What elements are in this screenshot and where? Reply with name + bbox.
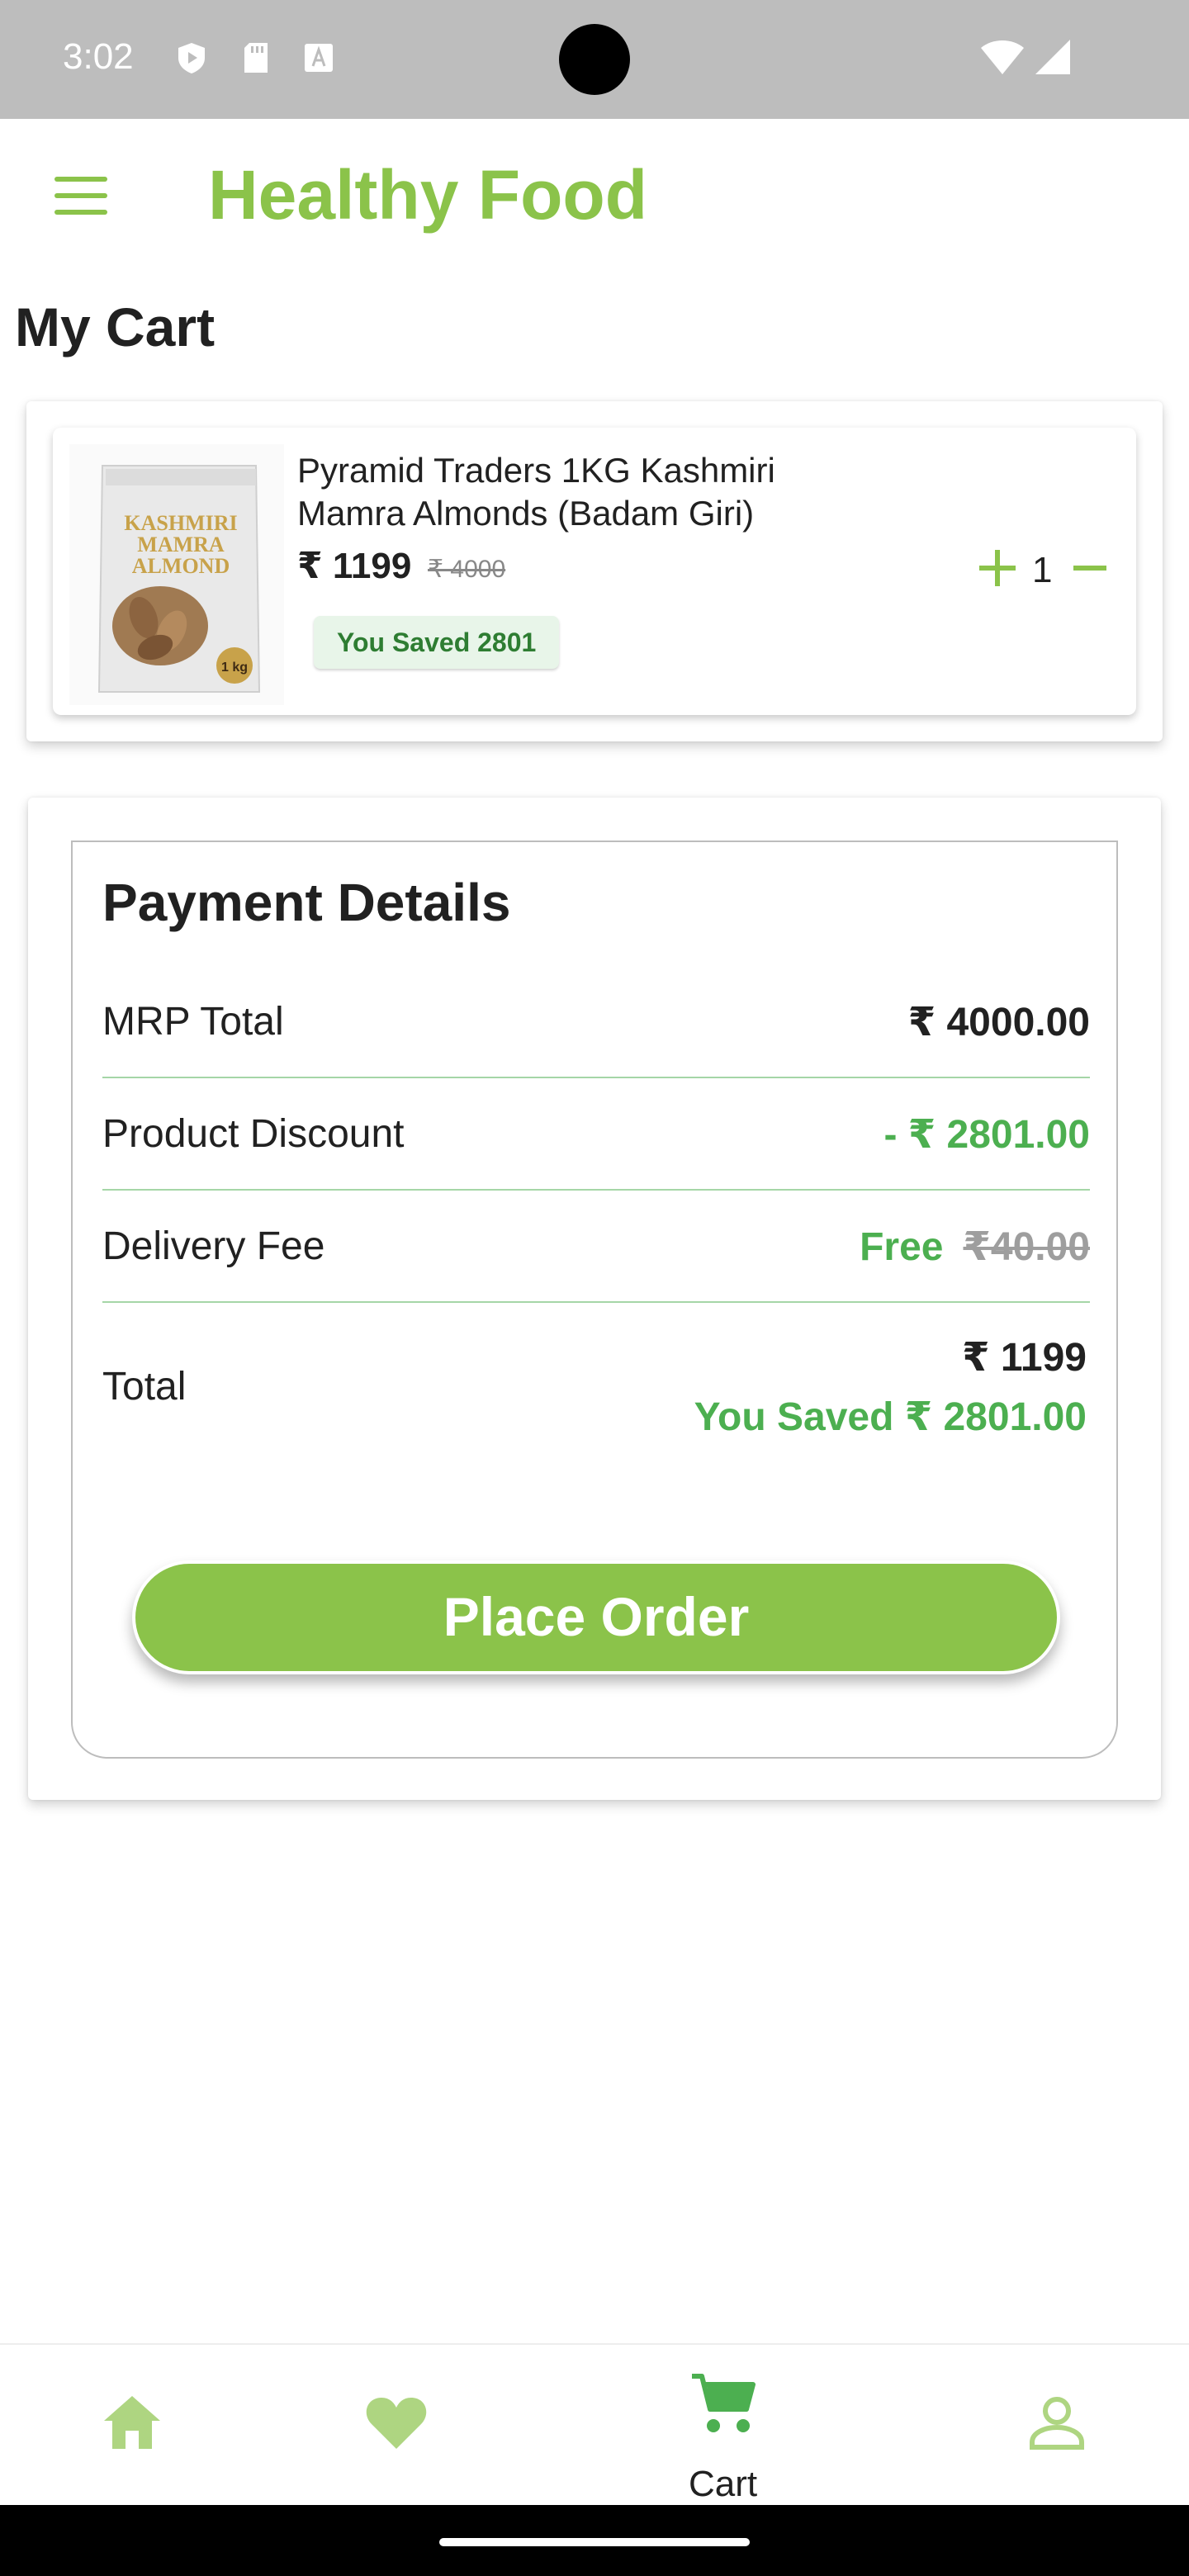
quantity-value: 1: [1032, 550, 1053, 590]
saved-badge: You Saved 2801: [314, 616, 560, 669]
delivery-label: Delivery Fee: [102, 1224, 325, 1268]
profile-icon: [1030, 2397, 1084, 2450]
plus-icon[interactable]: [979, 550, 1016, 586]
product-image-text: KASHMIRI: [124, 511, 237, 535]
cart-list: KASHMIRI MAMRA ALMOND 1 kg Pyramid Trade…: [26, 401, 1163, 741]
nav-item-favorites[interactable]: [330, 2345, 462, 2507]
home-icon: [104, 2396, 160, 2449]
product-image[interactable]: KASHMIRI MAMRA ALMOND 1 kg: [69, 444, 284, 705]
payment-title: Payment Details: [102, 873, 511, 932]
minus-icon[interactable]: [1073, 566, 1106, 571]
delivery-free: Free: [860, 1225, 944, 1269]
delivery-row: Delivery Fee Free ₹40.00: [102, 1191, 1090, 1303]
shield-play-icon: [178, 43, 205, 73]
camera-cutout: [559, 24, 630, 95]
payment-details-card: Payment Details MRP Total ₹ 4000.00 Prod…: [28, 798, 1161, 1800]
product-price: ₹ 1199: [297, 546, 412, 586]
app-bar: Healthy Food: [0, 119, 1189, 284]
app-title: Healthy Food: [208, 156, 648, 234]
total-saved: You Saved ₹ 2801.00: [694, 1395, 1087, 1439]
gesture-bar: [0, 2505, 1189, 2576]
mrp-total-label: MRP Total: [102, 1000, 284, 1044]
svg-text:1 kg: 1 kg: [221, 661, 248, 675]
page-title: My Cart: [15, 296, 216, 358]
discount-value: - ₹ 2801.00: [883, 1113, 1090, 1157]
delivery-fee: Free ₹40.00: [860, 1224, 1090, 1270]
nav-cart-label[interactable]: Cart: [689, 2464, 757, 2505]
hamburger-menu-icon[interactable]: [48, 177, 114, 226]
delivery-old-fee: ₹40.00: [963, 1225, 1090, 1269]
mrp-total-value: ₹ 4000.00: [907, 1001, 1090, 1044]
place-order-button[interactable]: Place Order: [132, 1560, 1060, 1674]
bottom-nav: Cart: [0, 2343, 1189, 2505]
payment-details-panel: Payment Details MRP Total ₹ 4000.00 Prod…: [71, 841, 1118, 1759]
total-label: Total: [102, 1365, 187, 1409]
heart-icon: [366, 2398, 427, 2449]
svg-text:MAMRA: MAMRA: [137, 533, 225, 556]
total-value: ₹ 1199: [962, 1336, 1087, 1380]
status-time: 3:02: [63, 36, 134, 77]
product-mrp: ₹ 4000: [428, 556, 506, 583]
status-bar: 3:02: [0, 0, 1189, 119]
svg-text:ALMOND: ALMOND: [132, 554, 230, 578]
discount-label: Product Discount: [102, 1112, 405, 1156]
nav-item-profile[interactable]: [991, 2345, 1123, 2507]
home-gesture-handle[interactable]: [439, 2538, 750, 2546]
signal-icon: [1035, 40, 1070, 74]
sd-card-icon: [244, 43, 268, 73]
wifi-icon: [981, 40, 1024, 74]
font-a-icon: [305, 44, 333, 72]
nav-item-home[interactable]: [66, 2345, 198, 2507]
discount-row: Product Discount - ₹ 2801.00: [102, 1078, 1090, 1191]
cart-icon: [692, 2374, 756, 2432]
cart-item[interactable]: KASHMIRI MAMRA ALMOND 1 kg Pyramid Trade…: [53, 428, 1136, 715]
mrp-total-row: MRP Total ₹ 4000.00: [102, 966, 1090, 1078]
product-name[interactable]: Pyramid Traders 1KG Kashmiri Mamra Almon…: [297, 449, 859, 535]
